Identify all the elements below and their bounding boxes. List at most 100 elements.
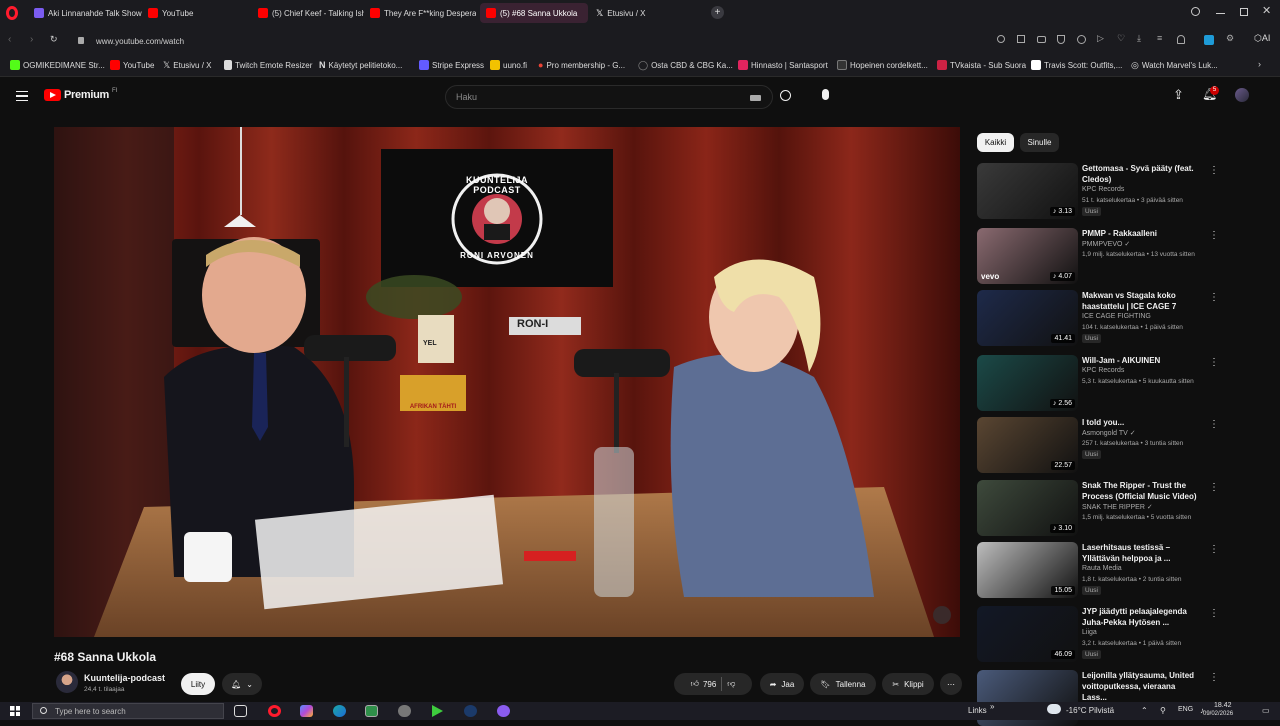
- share-button[interactable]: ➦ Jaa: [760, 673, 804, 695]
- language-indicator[interactable]: ENG: [1178, 706, 1193, 713]
- video-player[interactable]: KUUNTELIJA PODCAST RONI ARVONEN YEL RON-…: [54, 127, 960, 637]
- more-options-icon[interactable]: ⋮: [1209, 482, 1219, 493]
- url-field[interactable]: www.youtube.com/watch: [68, 32, 988, 50]
- channel-name[interactable]: Kuuntelija-podcast: [84, 673, 165, 683]
- video-thumbnail[interactable]: ♪ 3.13: [977, 163, 1078, 219]
- recommendation-title[interactable]: I told you...: [1082, 417, 1200, 428]
- account-icon[interactable]: [1177, 35, 1185, 44]
- network-icon[interactable]: ⚲: [1160, 706, 1166, 715]
- bookmark-0[interactable]: OGMIKEDIMANE Str...: [10, 60, 105, 70]
- video-thumbnail[interactable]: 22.57: [977, 417, 1078, 473]
- bookmark-11[interactable]: TVkaista - Sub Suora: [937, 60, 1026, 70]
- recommendation-item[interactable]: Leijonilla yllätysauma, United voittoput…: [976, 670, 1276, 726]
- new-tab-button[interactable]: +: [711, 6, 724, 19]
- opera-logo-icon[interactable]: [6, 6, 18, 20]
- hamburger-menu-icon[interactable]: [16, 91, 28, 101]
- recommendation-item[interactable]: 22.57 I told you... Asmongold TV ✓ 257 t. k…: [976, 417, 1276, 475]
- bookmark-8[interactable]: ◯ Osta CBD & CBG Ka...: [638, 60, 733, 71]
- lens-icon[interactable]: [997, 35, 1005, 43]
- bookmark-13[interactable]: ◎ Watch Marvel's Luk...: [1131, 60, 1218, 71]
- recommendation-title[interactable]: Will-Jam - AIKUINEN: [1082, 355, 1200, 366]
- play-icon[interactable]: ▷: [1097, 33, 1104, 44]
- tab-5[interactable]: 𝕏 Etusivu / X: [590, 3, 706, 23]
- video-thumbnail[interactable]: vevo ♪ 4.07: [977, 228, 1078, 284]
- tab-search-icon[interactable]: [1191, 7, 1200, 16]
- more-options-icon[interactable]: ⋮: [1209, 608, 1219, 619]
- bookmark-3[interactable]: Twitch Emote Resizer: [224, 60, 312, 70]
- recommendation-item[interactable]: 41.41 Makwan vs Stagala koko haastattelu …: [976, 290, 1276, 348]
- recommendation-channel[interactable]: Rauta Media: [1082, 565, 1122, 572]
- recommendation-title[interactable]: Laserhitsaus testissä – Yllättävän helpp…: [1082, 542, 1200, 564]
- tray-expand-icon[interactable]: ⌃: [1141, 706, 1148, 715]
- weather-text[interactable]: -16°C Pilvistä: [1066, 706, 1114, 715]
- download-icon[interactable]: ⤓: [1137, 33, 1141, 44]
- weather-icon[interactable]: [1047, 704, 1061, 714]
- tab-3[interactable]: They Are F**king Desperate: [364, 3, 476, 23]
- edge-icon[interactable]: [333, 705, 346, 717]
- more-options-icon[interactable]: ⋮: [1209, 230, 1219, 241]
- opera-taskbar-icon[interactable]: [268, 705, 281, 717]
- ai-button[interactable]: ⬡AI: [1254, 33, 1270, 44]
- bookmark-10[interactable]: Hopeinen cordelkett...: [837, 60, 928, 70]
- bookmark-7[interactable]: ● Pro membership - G...: [538, 60, 625, 70]
- app-green-icon[interactable]: [365, 705, 378, 717]
- camera-icon[interactable]: [1037, 36, 1046, 43]
- recommendation-title[interactable]: JYP jäädytti pelaajalegenda Juha-Pekka H…: [1082, 606, 1200, 628]
- recommendation-title[interactable]: Snak The Ripper - Trust the Process (Off…: [1082, 480, 1200, 502]
- tab-0[interactable]: Aki Linnanahde Talk Show: [28, 3, 144, 23]
- recommendation-item[interactable]: ♪ 3.13 Gettomasa - Syvä pääty (feat. Cled…: [976, 163, 1276, 221]
- more-options-icon[interactable]: ⋮: [1209, 357, 1219, 368]
- bookmark-2[interactable]: 𝕏 Etusivu / X: [163, 60, 212, 71]
- notification-center-icon[interactable]: ▭: [1262, 706, 1270, 715]
- shield-icon[interactable]: [1057, 35, 1065, 44]
- tab-1[interactable]: YouTube: [142, 3, 252, 23]
- windows-start-icon[interactable]: [10, 706, 20, 716]
- bookmark-9[interactable]: Hinnasto | Santasport: [738, 60, 828, 70]
- video-thumbnail[interactable]: ♪ 2.56: [977, 355, 1078, 411]
- clock-date[interactable]: 09/02/2026: [1203, 711, 1233, 717]
- bookmarks-overflow-icon[interactable]: ›: [1258, 59, 1261, 69]
- forward-icon[interactable]: ›: [30, 34, 33, 45]
- recommendation-title[interactable]: Leijonilla yllätysauma, United voittoput…: [1082, 670, 1200, 703]
- more-actions-button[interactable]: ⋯: [940, 673, 962, 695]
- bookmark-5[interactable]: Stripe Express: [419, 60, 484, 70]
- chip-for-you[interactable]: Sinulle: [1020, 133, 1059, 152]
- recommendation-item[interactable]: ♪ 2.56 Will-Jam - AIKUINEN KPC Records 5,3 …: [976, 355, 1276, 413]
- links-label[interactable]: Links: [968, 706, 987, 715]
- extension-icon[interactable]: [1204, 35, 1214, 45]
- recommendation-channel[interactable]: SNAK THE RIPPER ✓: [1082, 503, 1153, 511]
- more-options-icon[interactable]: ⋮: [1209, 544, 1219, 555]
- close-window-icon[interactable]: ✕: [1262, 4, 1271, 17]
- edit-icon[interactable]: [1017, 35, 1025, 43]
- save-button[interactable]: 🔖︎ Tallenna: [810, 673, 876, 695]
- bookmark-1[interactable]: YouTube: [110, 60, 154, 70]
- chevron-icon[interactable]: »: [990, 702, 994, 711]
- dislike-button[interactable]: 👎︎: [727, 679, 735, 689]
- recommendation-item[interactable]: vevo ♪ 4.07 PMMP - Rakkaalleni PMMPVEVO ✓ 1,…: [976, 228, 1276, 286]
- shield-app-icon[interactable]: [398, 705, 411, 717]
- tab-4-active[interactable]: (5) #68 Sanna Ukkola: [480, 3, 588, 23]
- chip-all[interactable]: Kaikki: [977, 133, 1014, 152]
- recommendation-channel[interactable]: KPC Records: [1082, 186, 1124, 193]
- subscribe-bell-button[interactable]: 🔔︎ ⌄: [222, 673, 262, 695]
- bookmark-6[interactable]: uuno.fi: [490, 60, 527, 70]
- more-options-icon[interactable]: ⋮: [1209, 419, 1219, 430]
- video-thumbnail[interactable]: 15.05: [977, 542, 1078, 598]
- search-input[interactable]: Haku: [445, 85, 773, 109]
- task-view-icon[interactable]: [234, 705, 247, 717]
- video-thumbnail[interactable]: ♪ 3.10: [977, 480, 1078, 536]
- vpn-icon[interactable]: [1077, 35, 1086, 44]
- recommendation-channel[interactable]: KPC Records: [1082, 367, 1124, 374]
- join-button[interactable]: Liity: [181, 673, 215, 695]
- back-icon[interactable]: ‹: [8, 34, 11, 45]
- recommendation-title[interactable]: Gettomasa - Syvä pääty (feat. Cledos): [1082, 163, 1200, 185]
- maximize-icon[interactable]: [1240, 8, 1248, 16]
- search-icon[interactable]: [780, 90, 791, 101]
- keyboard-icon[interactable]: [750, 95, 761, 101]
- channel-avatar[interactable]: [56, 671, 78, 693]
- recommendation-title[interactable]: Makwan vs Stagala koko haastattelu | ICE…: [1082, 290, 1200, 312]
- discord-icon[interactable]: [497, 705, 510, 717]
- more-options-icon[interactable]: ⋮: [1209, 292, 1219, 303]
- microphone-icon[interactable]: [822, 89, 829, 100]
- video-thumbnail[interactable]: 46.09: [977, 606, 1078, 662]
